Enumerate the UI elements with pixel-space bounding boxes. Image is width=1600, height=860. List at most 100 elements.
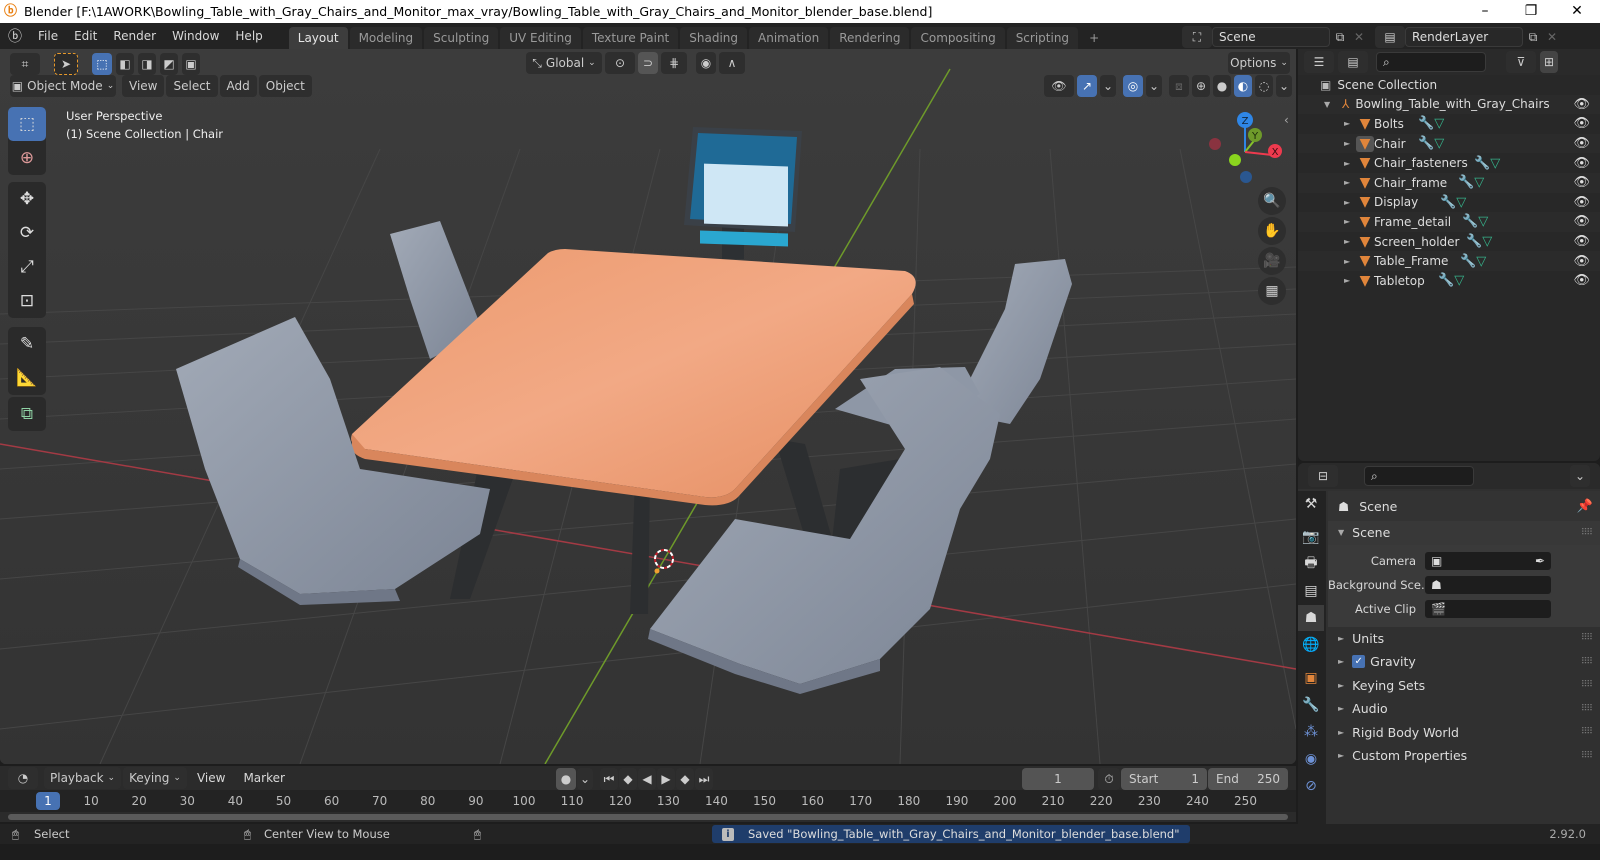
- visibility-eye-icon[interactable]: 👁: [1573, 97, 1590, 112]
- frame-ruler[interactable]: 1 10 20 30 40 50 60 70 80 90 100 110 120 130 140 150 16…: [0, 790, 1296, 812]
- camera-view-icon[interactable]: 🎥: [1258, 247, 1286, 275]
- workspace-tab-scripting[interactable]: Scripting: [1006, 27, 1079, 49]
- background-scene-field[interactable]: ☗: [1424, 574, 1552, 595]
- display-mode-icon[interactable]: ▤: [1338, 51, 1368, 73]
- workspace-tab-rendering[interactable]: Rendering: [830, 27, 910, 49]
- modifier-wrench-icon[interactable]: 🔧: [1418, 136, 1434, 151]
- menu-edit[interactable]: Edit: [66, 23, 105, 49]
- move-tool[interactable]: ✥: [8, 182, 46, 216]
- tool-settings-tab-icon[interactable]: ⚒: [1298, 491, 1324, 517]
- stopwatch-icon[interactable]: ⏱: [1098, 768, 1120, 790]
- snap-toggle-icon[interactable]: ⊃: [638, 52, 658, 74]
- camera-field[interactable]: ▣ ✒: [1424, 550, 1552, 571]
- gravity-checkbox[interactable]: ✓: [1352, 655, 1366, 669]
- visibility-eye-icon[interactable]: 👁: [1573, 116, 1590, 131]
- modifier-wrench-icon[interactable]: 🔧: [1418, 116, 1434, 131]
- modifier-wrench-icon[interactable]: 🔧: [1462, 214, 1478, 229]
- mode-extend-icon[interactable]: ◧: [116, 53, 134, 75]
- add-menu[interactable]: Add: [219, 75, 257, 97]
- expand-right-icon[interactable]: ►: [1344, 178, 1356, 187]
- object-mode-dropdown[interactable]: ▣ Object Mode ⌄: [10, 75, 116, 97]
- editor-type-icon[interactable]: ⌗: [10, 53, 40, 75]
- drag-grip-icon[interactable]: ⠿⠿: [1581, 727, 1593, 737]
- annotate-tool[interactable]: ✎: [8, 327, 46, 361]
- next-keyframe-icon[interactable]: ◆: [676, 768, 694, 790]
- measure-tool[interactable]: 📐: [8, 361, 46, 395]
- workspace-tab-layout[interactable]: Layout: [288, 27, 348, 49]
- overlay-dropdown[interactable]: ⌄: [1146, 75, 1162, 97]
- properties-search-input[interactable]: ⌕: [1364, 466, 1474, 486]
- cursor-tool[interactable]: ⊕: [8, 141, 46, 175]
- pin-icon[interactable]: 📌: [1577, 499, 1593, 514]
- jump-start-icon[interactable]: ⏮: [600, 768, 618, 790]
- collection-row[interactable]: ▼ ⅄ Bowling_Table_with_Gray_Chairs 👁: [1298, 94, 1600, 115]
- scale-tool[interactable]: ⤢: [8, 250, 46, 284]
- xray-toggle-icon[interactable]: ⧈: [1169, 75, 1189, 97]
- minimize-button[interactable]: –: [1462, 0, 1508, 23]
- eyedropper-icon[interactable]: ✒: [1535, 552, 1545, 570]
- modifier-wrench-icon[interactable]: 🔧: [1474, 156, 1490, 171]
- jump-end-icon[interactable]: ⏭: [695, 768, 713, 790]
- playhead-frame[interactable]: 1: [36, 792, 60, 810]
- timeline-view-menu[interactable]: View: [189, 766, 233, 790]
- mode-subtract-icon[interactable]: ◨: [138, 53, 156, 75]
- expand-right-icon[interactable]: ►: [1344, 139, 1356, 148]
- modifier-wrench-icon[interactable]: 🔧: [1458, 175, 1474, 190]
- expand-right-icon[interactable]: ►: [1344, 217, 1356, 226]
- world-tab-icon[interactable]: 🌐: [1298, 632, 1324, 658]
- outliner-item-chair-frame[interactable]: ► ▼ Chair_frame 🔧 ▽ 👁: [1298, 172, 1600, 193]
- gizmo-toggle-icon[interactable]: ↗: [1077, 75, 1097, 97]
- start-frame-field[interactable]: Start 1: [1121, 768, 1207, 790]
- mesh-data-icon[interactable]: ▽: [1482, 234, 1492, 249]
- mode-new-icon[interactable]: ⬚: [92, 53, 112, 75]
- expand-right-icon[interactable]: ►: [1344, 159, 1356, 168]
- mesh-data-icon[interactable]: ▽: [1478, 214, 1488, 229]
- transform-tool[interactable]: ⊡: [8, 284, 46, 318]
- keying-sets-panel[interactable]: ► Keying Sets ⠿⠿: [1328, 674, 1600, 698]
- scene-name-field[interactable]: Scene: [1212, 27, 1330, 47]
- save-report-message[interactable]: i Saved "Bowling_Table_with_Gray_Chairs_…: [712, 825, 1190, 843]
- drag-grip-icon[interactable]: ⠿⠿: [1581, 680, 1593, 690]
- maximize-button[interactable]: ❐: [1508, 0, 1554, 23]
- output-tab-icon[interactable]: 🖶: [1298, 551, 1324, 577]
- workspace-tab-shading[interactable]: Shading: [680, 27, 747, 49]
- mesh-data-icon[interactable]: ▽: [1490, 156, 1500, 171]
- modifier-wrench-icon[interactable]: 🔧: [1438, 273, 1454, 288]
- object-tab-icon[interactable]: ▣: [1298, 665, 1324, 691]
- drag-grip-icon[interactable]: ⠿⠿: [1581, 704, 1593, 714]
- visibility-eye-icon[interactable]: 👁: [1573, 234, 1590, 249]
- close-button[interactable]: ✕: [1554, 0, 1600, 23]
- playback-menu[interactable]: Playback ⌄: [44, 767, 122, 789]
- add-workspace-button[interactable]: +: [1080, 27, 1108, 49]
- expand-right-icon[interactable]: ►: [1344, 198, 1356, 207]
- visibility-dropdown-icon[interactable]: 👁: [1044, 75, 1074, 97]
- expand-right-icon[interactable]: ►: [1344, 276, 1356, 285]
- visibility-eye-icon[interactable]: 👁: [1573, 195, 1590, 210]
- end-frame-field[interactable]: End 250: [1208, 768, 1288, 790]
- auto-keying-icon[interactable]: ●: [556, 768, 576, 790]
- snap-target-dropdown[interactable]: ⋕: [661, 52, 687, 74]
- render-tab-icon[interactable]: 📷: [1298, 524, 1324, 550]
- outliner-item-frame-detail[interactable]: ► ▼ Frame_detail 🔧 ▽ 👁: [1298, 212, 1600, 232]
- drag-grip-icon[interactable]: ⠿⠿: [1581, 751, 1593, 761]
- filter-icon[interactable]: ⊽: [1506, 51, 1536, 73]
- drag-grip-icon[interactable]: ⠿⠿: [1581, 633, 1593, 643]
- material-preview-shading-icon[interactable]: ◐: [1234, 75, 1252, 97]
- drag-grip-icon[interactable]: ⠿⠿: [1581, 657, 1593, 667]
- outliner-item-bolts[interactable]: ► ▼ Bolts 🔧 ▽ 👁: [1298, 114, 1600, 134]
- shading-dropdown[interactable]: ⌄: [1276, 75, 1292, 97]
- drag-grip-icon[interactable]: ⠿⠿: [1581, 528, 1593, 538]
- view-menu[interactable]: View: [122, 75, 165, 97]
- new-scene-icon[interactable]: ⧉: [1330, 30, 1350, 45]
- new-view-layer-icon[interactable]: ⧉: [1523, 30, 1543, 45]
- custom-properties-panel[interactable]: ► Custom Properties ⠿⠿: [1328, 744, 1600, 768]
- monitor-display[interactable]: [684, 127, 802, 259]
- visibility-eye-icon[interactable]: 👁: [1573, 156, 1590, 171]
- mesh-data-icon[interactable]: ▽: [1476, 254, 1486, 269]
- constraints-tab-icon[interactable]: ⊘: [1298, 773, 1324, 799]
- view-layer-name-field[interactable]: RenderLayer: [1405, 27, 1523, 47]
- play-reverse-icon[interactable]: ◀: [638, 768, 656, 790]
- workspace-tab-texture-paint[interactable]: Texture Paint: [582, 27, 679, 49]
- modifiers-tab-icon[interactable]: 🔧: [1298, 692, 1324, 718]
- mode-invert-icon[interactable]: ◩: [160, 53, 178, 75]
